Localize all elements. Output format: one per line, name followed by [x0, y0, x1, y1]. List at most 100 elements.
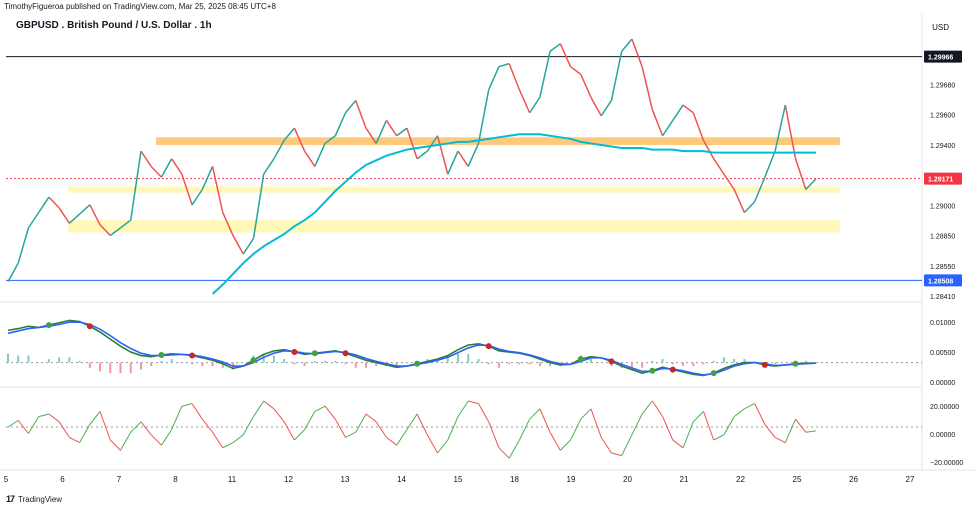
price-series-segment [58, 207, 70, 224]
momentum-line-segment [713, 434, 725, 441]
momentum-line-segment [375, 421, 387, 438]
momentum-line-segment [468, 400, 479, 405]
momentum-line-segment [140, 421, 152, 436]
price-series-segment [314, 143, 326, 167]
momentum-line-segment [28, 416, 40, 434]
x-tick-label: 22 [736, 475, 745, 484]
price-series-segment [570, 66, 582, 75]
crossover-dot [250, 357, 257, 364]
momentum-line-segment [355, 413, 367, 433]
momentum-line-segment [89, 411, 101, 425]
price-series-segment [171, 158, 183, 175]
price-series-segment [447, 150, 459, 175]
price-series-segment [385, 120, 398, 137]
momentum-line-segment [478, 403, 490, 423]
footer-brand[interactable]: 17 TradingView [6, 494, 62, 504]
y-tick-label: 1.28550 [930, 264, 955, 271]
momentum-line-segment [242, 416, 254, 436]
crossover-dot [291, 349, 298, 356]
momentum-line-segment [160, 429, 173, 446]
price-series-segment [600, 100, 613, 117]
price-label-text: 1.29966 [928, 55, 953, 62]
price-series-segment [692, 112, 705, 141]
momentum-line-segment [437, 439, 449, 454]
momentum-line-segment [38, 413, 50, 418]
momentum-line-segment [580, 408, 592, 420]
momentum-line-segment [212, 431, 224, 449]
momentum-line-segment [324, 405, 336, 420]
price-series-segment [17, 227, 30, 264]
momentum-line-segment [109, 439, 121, 451]
y-tick-label: −20.00000 [930, 460, 963, 467]
momentum-line-segment [692, 411, 704, 423]
momentum-line-segment [754, 403, 766, 425]
crossover-dot [158, 351, 165, 358]
momentum-line-segment [703, 411, 715, 441]
support-resistance-zone [68, 220, 840, 233]
x-tick-label: 14 [397, 475, 406, 484]
momentum-line-segment [631, 413, 643, 436]
momentum-line-segment [365, 413, 377, 423]
price-series-segment [661, 120, 674, 137]
y-tick-label: 1.29680 [930, 82, 955, 89]
price-series-segment [263, 158, 275, 175]
support-resistance-zone [68, 186, 840, 193]
momentum-line-segment [99, 411, 111, 441]
momentum-line-segment [58, 421, 70, 438]
momentum-line-segment [733, 408, 745, 417]
price-series-segment [140, 150, 152, 167]
momentum-line-segment [744, 403, 755, 410]
momentum-line-segment [426, 434, 439, 454]
price-series-segment [580, 74, 592, 98]
momentum-line-segment [641, 400, 653, 415]
momentum-line-segment [621, 434, 633, 456]
momentum-line-segment [273, 408, 285, 423]
price-series-segment [672, 104, 684, 121]
x-tick-label: 19 [567, 475, 576, 484]
momentum-line-segment [69, 436, 80, 444]
momentum-line-segment [345, 431, 356, 438]
momentum-line-segment [682, 421, 694, 448]
momentum-line-segment [334, 418, 346, 438]
momentum-line-segment [498, 447, 510, 459]
price-series-segment [631, 38, 643, 67]
momentum-line-segment [723, 416, 735, 436]
momentum-line-segment [253, 400, 265, 417]
y-tick-label: 1.29400 [930, 143, 955, 150]
momentum-line-segment [294, 429, 305, 441]
momentum-line-segment [600, 437, 612, 454]
price-series-segment [743, 201, 756, 214]
momentum-line-segment [488, 421, 500, 448]
momentum-line-segment [662, 416, 674, 441]
price-series-segment [467, 143, 480, 167]
crossover-dot [189, 352, 196, 359]
momentum-line-segment [201, 418, 213, 433]
price-series-segment [38, 196, 50, 213]
price-series-segment [539, 51, 551, 98]
momentum-line-segment [386, 437, 397, 446]
price-series-segment [7, 262, 19, 282]
price-label-text: 1.29171 [928, 177, 953, 184]
price-series-segment [129, 151, 142, 221]
x-tick-label: 20 [623, 475, 632, 484]
crossover-dot [710, 370, 717, 377]
momentum-line-segment [314, 405, 326, 412]
crossover-dot [45, 322, 52, 329]
price-series-segment [610, 51, 623, 101]
footer-brand-name: TradingView [18, 494, 63, 504]
price-series-segment [344, 99, 357, 114]
x-tick-label: 6 [60, 475, 65, 484]
price-series-segment [651, 109, 664, 137]
momentum-line-segment [795, 418, 807, 433]
momentum-line-segment [784, 418, 797, 443]
y-tick-label: 1.29000 [930, 203, 955, 210]
momentum-line-segment [304, 411, 316, 430]
price-chart[interactable]: 1.299001.296801.296001.294001.292001.290… [0, 0, 975, 510]
crossover-dot [792, 360, 799, 367]
crossover-dot [669, 366, 676, 373]
momentum-line-segment [150, 434, 162, 446]
price-series-segment [508, 63, 521, 90]
crossover-dot [86, 323, 93, 330]
price-series-segment [416, 150, 428, 160]
price-series-segment [682, 104, 694, 114]
